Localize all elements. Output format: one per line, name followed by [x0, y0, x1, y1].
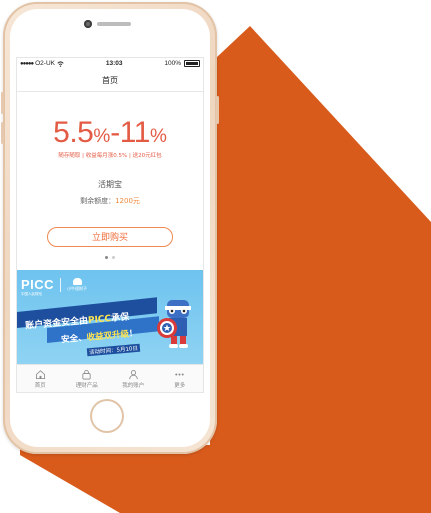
remaining-amount: 1200元 [115, 197, 140, 205]
subheadline-text: 安全、 [60, 333, 88, 346]
tab-products[interactable]: 理财产品 [64, 365, 111, 392]
phone-side-button [1, 92, 4, 114]
user-icon [128, 370, 138, 380]
partner-logo: 小牛理财子 [67, 277, 88, 292]
subheadline-highlight: 收益双升级 [86, 329, 130, 344]
more-icon [175, 373, 184, 376]
partner-name: 小牛理财子 [67, 285, 88, 291]
tab-account[interactable]: 我的账户 [110, 365, 157, 392]
status-bar: ●●●●● O2-UK 13:03 100% [17, 58, 203, 69]
headline-text: 承保 [110, 312, 130, 325]
buy-now-button[interactable]: 立即购买 [47, 227, 173, 247]
pager-dot[interactable] [112, 256, 115, 259]
tab-more[interactable]: 更多 [157, 365, 204, 392]
bull-icon [72, 277, 82, 285]
promo-text: 随存随取 | 收益每月涨0.5% | 送20元红包 [58, 153, 162, 159]
logo-divider [60, 277, 62, 292]
headline-highlight: PICC [87, 314, 112, 327]
picc-logo: PICC [21, 277, 55, 292]
phone-power-button [216, 96, 219, 124]
home-button[interactable] [90, 399, 124, 433]
remaining-quota: 剩余额度：1200元 [17, 196, 203, 206]
phone-side-button [1, 122, 4, 144]
rate-dash: - [110, 116, 120, 149]
nav-bar: 首页 [17, 69, 203, 92]
rate-range: 5.5%-11% [17, 116, 203, 150]
tab-label: 首页 [34, 383, 46, 389]
battery-icon [184, 60, 200, 67]
shield-mascot-icon [157, 300, 191, 348]
home-icon [35, 370, 45, 380]
page-title: 首页 [102, 75, 118, 85]
rate-high: 11 [119, 116, 151, 149]
signal-icon: ●●●●● [20, 60, 34, 67]
rate-percent: % [149, 126, 167, 147]
banner-date: 活动时间：5月10日 [86, 343, 141, 357]
rate-low: 5.5 [53, 116, 94, 149]
tab-label: 我的账户 [122, 383, 145, 389]
wifi-icon [57, 60, 64, 67]
remaining-label: 剩余额度： [80, 197, 116, 205]
tab-home[interactable]: 首页 [17, 365, 64, 392]
app-screen: ●●●●● O2-UK 13:03 100% 首页 5.5%-11% 随存随取 … [16, 57, 204, 393]
tab-label: 理财产品 [75, 383, 98, 389]
lock-icon [82, 369, 91, 380]
status-time: 13:03 [105, 60, 123, 67]
subheadline-text: ！ [128, 328, 138, 340]
speaker-grille [97, 22, 131, 26]
rate-percent: % [93, 126, 111, 147]
battery-percent: 100% [164, 60, 181, 67]
promo-banner[interactable]: PICC 小牛理财子 中国人民财险 账户资金安全由PICC承保 安全、收益双升级… [17, 270, 203, 364]
camera-icon [84, 20, 92, 28]
tab-label: 更多 [174, 383, 186, 389]
pager-dot[interactable] [105, 256, 108, 259]
picc-subtitle: 中国人民财险 [21, 292, 42, 296]
carrier-label: O2-UK [35, 60, 55, 67]
product-name: 活期宝 [98, 180, 122, 189]
tab-bar: 首页 理财产品 我的账户 更多 [17, 364, 204, 392]
carousel-pager[interactable] [17, 256, 203, 259]
